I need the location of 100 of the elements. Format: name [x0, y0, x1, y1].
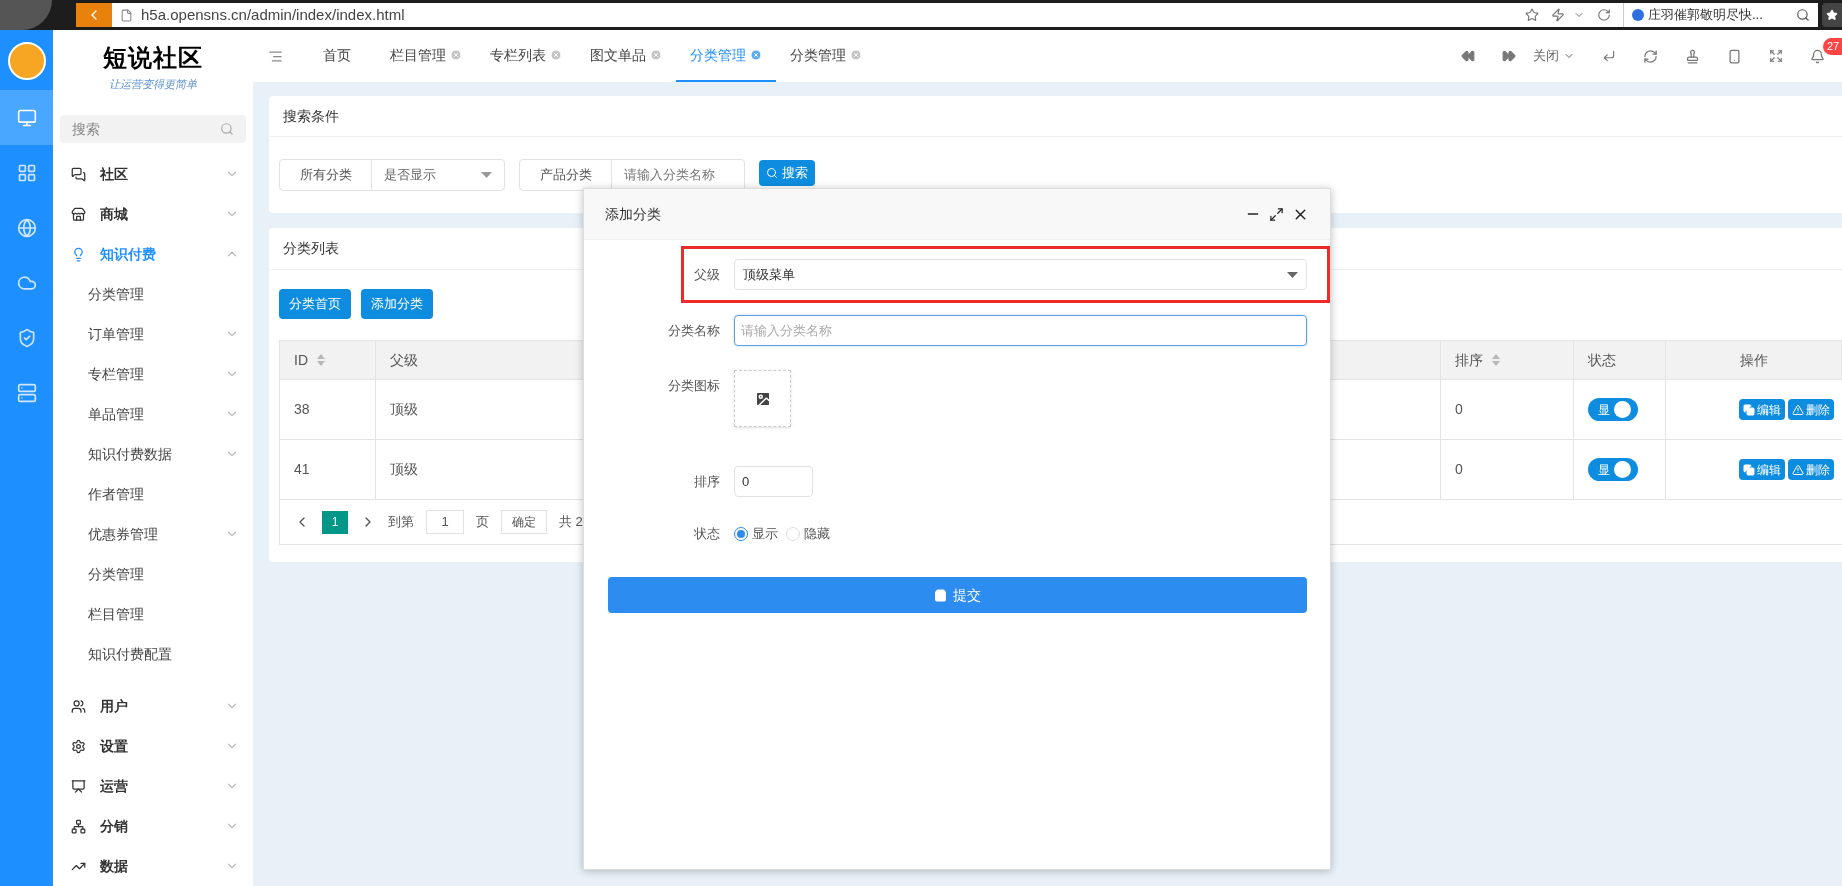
phone-icon[interactable]: [1727, 48, 1742, 64]
page-unit: 页: [476, 513, 489, 532]
fullscreen-icon[interactable]: [1769, 49, 1783, 63]
action-button[interactable]: 添加分类: [361, 289, 433, 319]
status-toggle[interactable]: 显: [1588, 458, 1638, 481]
category-filter[interactable]: 所有分类 是否显示: [279, 159, 505, 191]
submenu-item[interactable]: 分类管理: [53, 274, 253, 314]
logo-slogan: 让运营变得更简单: [109, 76, 197, 92]
status-toggle[interactable]: 显: [1588, 398, 1638, 421]
delete-button[interactable]: 删除: [1788, 459, 1834, 480]
store-icon: [71, 206, 86, 222]
grid-icon: [16, 162, 37, 183]
users-icon: [71, 698, 86, 714]
submenu-item[interactable]: 作者管理: [53, 474, 253, 514]
notification-badge: 27: [1823, 38, 1842, 55]
url-text[interactable]: h5a.opensns.cn/admin/index/index.html: [141, 3, 1525, 27]
submenu-item[interactable]: 单品管理: [53, 394, 253, 434]
globe-icon: [16, 217, 37, 238]
page-tab[interactable]: 图文单品: [576, 30, 676, 82]
menu-item[interactable]: 社区: [53, 154, 253, 194]
edit-button[interactable]: 编辑: [1739, 399, 1785, 420]
submenu-item[interactable]: 专栏管理: [53, 354, 253, 394]
fast-forward-icon[interactable]: [1502, 49, 1516, 63]
lightning-icon[interactable]: [1551, 8, 1565, 22]
warning-icon: [1792, 403, 1804, 416]
refresh-icon[interactable]: [1643, 48, 1658, 64]
delete-button[interactable]: 删除: [1788, 399, 1834, 420]
table-cell: 0: [1441, 380, 1574, 439]
total-count: 共 2: [559, 513, 583, 532]
chat-icon: [71, 166, 86, 182]
column-header: 排序: [1441, 341, 1574, 379]
page-tab[interactable]: 专栏列表: [476, 30, 576, 82]
copy-icon: [1743, 463, 1755, 476]
presentation-icon: [71, 778, 86, 794]
submenu-item[interactable]: 分类管理: [53, 554, 253, 594]
page-tab[interactable]: 分类管理: [776, 30, 876, 82]
menu-item[interactable]: 分销: [53, 806, 253, 846]
radio-option[interactable]: 显示: [734, 524, 778, 544]
collapse-menu-icon[interactable]: [268, 48, 283, 64]
menu-item[interactable]: 设置: [53, 726, 253, 766]
field-label: 分类名称: [667, 321, 720, 340]
rewind-icon[interactable]: [1461, 49, 1475, 63]
search-button[interactable]: 搜索: [759, 160, 815, 186]
return-icon[interactable]: [1602, 49, 1616, 63]
column-header: ID: [280, 341, 376, 379]
logo-title: 短说社区: [102, 45, 204, 70]
product-category-field[interactable]: 产品分类 请输入分类名称: [519, 159, 745, 191]
page-input[interactable]: 1: [426, 510, 464, 534]
field-label: 状态: [693, 525, 720, 544]
close-dropdown[interactable]: 关闭: [1533, 46, 1575, 66]
radio-option[interactable]: 隐藏: [786, 524, 830, 544]
search-icon: [766, 167, 778, 179]
column-header: 状态: [1574, 341, 1666, 379]
reload-icon[interactable]: [1597, 8, 1611, 22]
menu-item[interactable]: 用户: [53, 686, 253, 726]
category-name-input[interactable]: 请输入分类名称: [612, 165, 744, 185]
server-icon: [16, 382, 37, 403]
maximize-icon[interactable]: [1269, 206, 1284, 222]
submenu-item[interactable]: 优惠券管理: [53, 514, 253, 554]
star-icon: [1826, 9, 1838, 21]
menu-item[interactable]: 商城: [53, 194, 253, 234]
settings-icon: [71, 738, 86, 754]
parent-select[interactable]: 顶级菜单: [734, 259, 1307, 290]
field-label: 分类图标: [667, 377, 720, 395]
table-cell: 0: [1441, 440, 1574, 499]
page-tab[interactable]: 栏目管理: [376, 30, 476, 82]
action-button[interactable]: 分类首页: [279, 289, 351, 319]
warning-icon: [1792, 463, 1804, 476]
menu-item[interactable]: 运营: [53, 766, 253, 806]
bell-icon[interactable]: [1810, 48, 1825, 64]
field-label: 排序: [693, 472, 720, 491]
card-title: 搜索条件: [283, 106, 339, 126]
caret-icon: [481, 172, 492, 178]
submenu-item[interactable]: 订单管理: [53, 314, 253, 354]
goto-label: 到第: [388, 513, 414, 532]
category-name-field[interactable]: 请输入分类名称: [734, 315, 1307, 346]
menu-item[interactable]: 数据: [53, 846, 253, 886]
submenu-item[interactable]: 知识付费配置: [53, 634, 253, 674]
table-cell: 38: [280, 380, 376, 439]
close-tab-icon[interactable]: [750, 49, 762, 61]
favorites-button[interactable]: [1822, 3, 1842, 27]
page-number[interactable]: 1: [322, 510, 348, 534]
table-cell: 41: [280, 440, 376, 499]
submenu-item[interactable]: 栏目管理: [53, 594, 253, 634]
monitor-icon: [16, 107, 37, 128]
sort-field[interactable]: 0: [734, 466, 813, 497]
field-label: 父级: [693, 265, 720, 284]
stamp-icon[interactable]: [1685, 48, 1700, 64]
submenu-item[interactable]: 知识付费数据: [53, 434, 253, 474]
image-upload[interactable]: [734, 370, 791, 427]
column-header: 操作: [1666, 341, 1842, 379]
card-title: 分类列表: [283, 239, 339, 258]
edit-button[interactable]: 编辑: [1739, 459, 1785, 480]
page-tab[interactable]: 首页: [298, 30, 376, 82]
avatar[interactable]: [7, 42, 46, 80]
star-icon[interactable]: [1525, 8, 1539, 22]
page-icon: [120, 8, 133, 22]
search-icon[interactable]: [1796, 8, 1810, 22]
browser-search-field[interactable]: 庄羽催郭敬明尽快...: [1623, 3, 1818, 27]
confirm-button[interactable]: 确定: [501, 510, 547, 534]
